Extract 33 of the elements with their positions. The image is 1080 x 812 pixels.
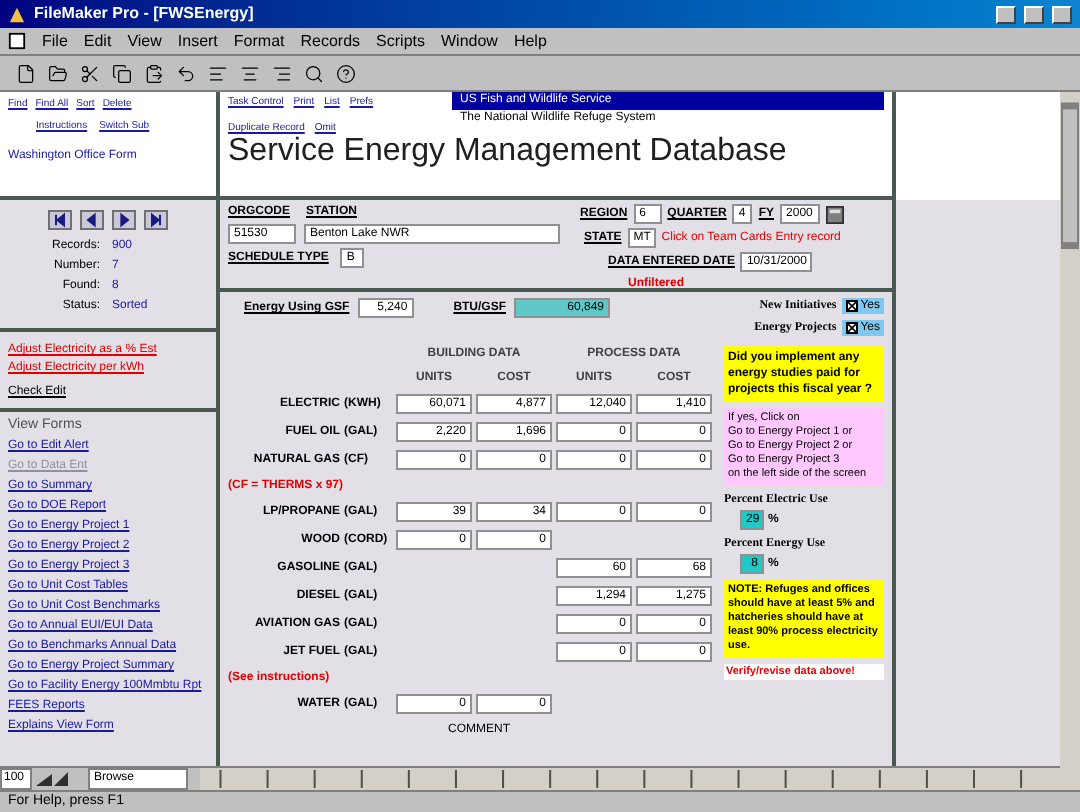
align-left-icon[interactable] <box>208 63 228 83</box>
menu-item[interactable]: Format <box>233 29 285 53</box>
file-icon[interactable] <box>16 63 36 83</box>
menu-item[interactable]: Window <box>441 29 498 53</box>
folder-icon[interactable] <box>48 63 68 83</box>
undo-icon[interactable] <box>176 63 196 83</box>
skip-button[interactable] <box>48 210 72 230</box>
menu-item[interactable]: Edit <box>83 29 112 53</box>
minimize-button[interactable] <box>996 5 1016 23</box>
vertical-scrollbar[interactable] <box>1060 92 1080 790</box>
menu-item[interactable]: Scripts <box>376 29 425 53</box>
clipboard-icon[interactable] <box>144 63 164 83</box>
menu-item[interactable]: Records <box>300 29 361 53</box>
arrow-button[interactable] <box>112 210 136 230</box>
document-icon <box>8 32 26 50</box>
app-icon <box>8 5 26 23</box>
search-icon[interactable] <box>304 63 324 83</box>
calculator-icon[interactable] <box>826 205 845 223</box>
menu-item[interactable]: Insert <box>177 29 218 53</box>
close-button[interactable] <box>1052 5 1072 23</box>
horizontal-scrollbar[interactable] <box>200 768 1060 790</box>
scissors-icon[interactable] <box>80 63 100 83</box>
menu-item[interactable]: File <box>42 29 68 53</box>
window-title: FileMaker Pro - [FWSEnergy] <box>34 2 256 26</box>
align-center-icon[interactable] <box>240 63 260 83</box>
copy-icon[interactable] <box>112 63 132 83</box>
help-icon[interactable] <box>336 63 356 83</box>
maximize-button[interactable] <box>1024 5 1044 23</box>
skip-button[interactable] <box>144 210 168 230</box>
menu-item[interactable]: View <box>127 29 162 53</box>
arrow-button[interactable] <box>80 210 104 230</box>
menu-item[interactable]: Help <box>513 29 547 53</box>
align-right-icon[interactable] <box>272 63 292 83</box>
